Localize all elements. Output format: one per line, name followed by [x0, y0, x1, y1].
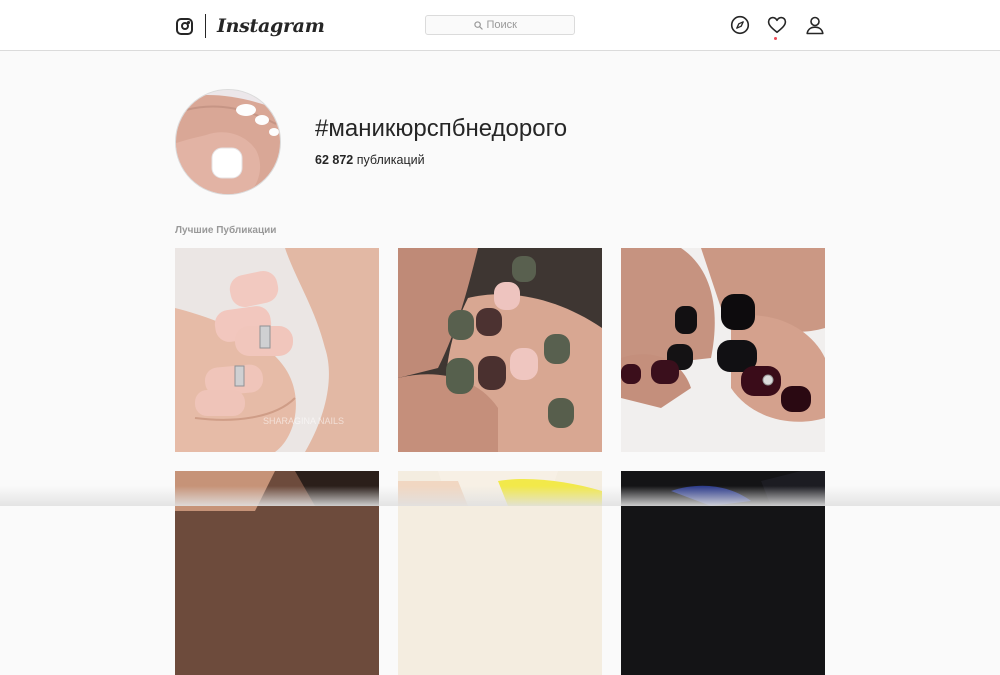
- instagram-wordmark[interactable]: Instagram: [217, 15, 325, 37]
- post-tile-2[interactable]: [398, 248, 602, 452]
- profile-icon: [806, 16, 824, 35]
- profile-button[interactable]: [805, 15, 825, 35]
- activity-button[interactable]: [767, 15, 787, 35]
- notification-dot: [774, 37, 777, 40]
- post-image: SHARAGINA NAILS: [175, 248, 379, 452]
- post-tile-1[interactable]: SHARAGINA NAILS: [175, 248, 379, 452]
- post-image: [621, 471, 825, 675]
- logo[interactable]: Instagram: [176, 14, 325, 38]
- instagram-camera-icon[interactable]: [176, 17, 193, 35]
- pedicure-photo: [176, 90, 280, 194]
- post-count: 62 872 публикаций: [315, 153, 425, 167]
- post-tile-5[interactable]: [398, 471, 602, 675]
- hashtag-title: #маникюрспбнедорого: [315, 115, 568, 142]
- post-tile-4[interactable]: [175, 471, 379, 675]
- hashtag-avatar: [175, 89, 281, 195]
- post-image: [621, 248, 825, 452]
- search-input[interactable]: [486, 19, 527, 31]
- post-image: [175, 471, 379, 675]
- heart-icon: [767, 16, 787, 34]
- search-box[interactable]: [425, 15, 575, 35]
- logo-divider: [205, 14, 206, 38]
- post-count-label: публикаций: [356, 153, 425, 167]
- post-image: [398, 248, 602, 452]
- post-tile-6[interactable]: [621, 471, 825, 675]
- compass-icon: [730, 15, 750, 35]
- post-image: [398, 471, 602, 675]
- post-count-number: 62 872: [315, 153, 354, 167]
- explore-button[interactable]: [730, 15, 750, 35]
- post-tile-3[interactable]: [621, 248, 825, 452]
- watermark-text: SHARAGINA NAILS: [263, 416, 344, 426]
- top-posts-label: Лучшие Публикации: [175, 225, 277, 236]
- top-navigation-bar: Instagram: [0, 0, 1000, 51]
- search-icon: [473, 20, 483, 30]
